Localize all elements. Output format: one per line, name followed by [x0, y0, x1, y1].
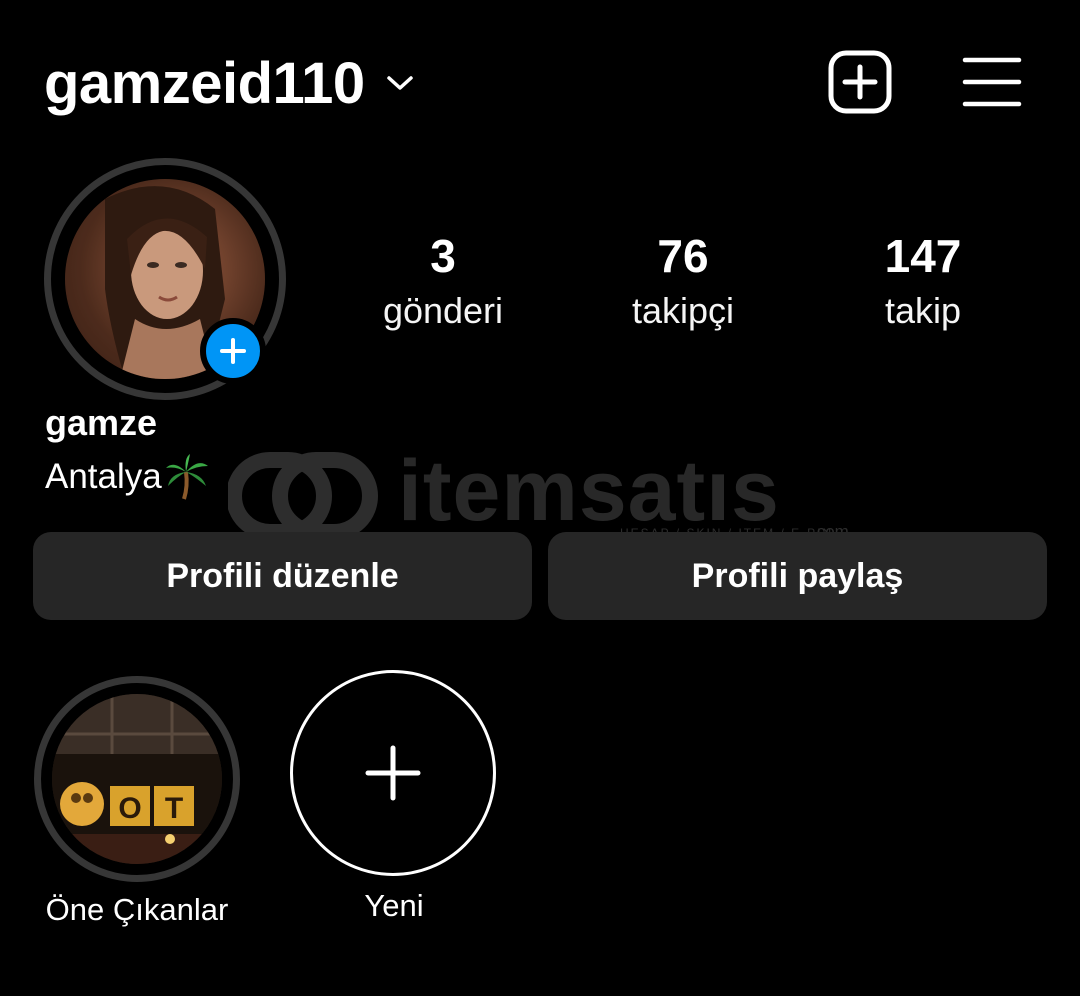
menu-button[interactable] — [962, 54, 1022, 110]
highlight-label: Öne Çıkanlar — [45, 892, 229, 927]
posts-count[interactable]: 3 gönderi — [343, 226, 543, 336]
followers-count-value: 76 — [657, 230, 709, 282]
posts-count-label: gönderi — [382, 290, 504, 331]
bio: Antalya — [45, 454, 210, 500]
hamburger-menu-icon — [962, 57, 1022, 107]
add-story-button[interactable] — [200, 318, 266, 384]
following-count[interactable]: 147 takip — [823, 226, 1023, 336]
account-switcher[interactable]: gamzeid110 — [44, 48, 415, 118]
highlight-cover: O T — [52, 694, 222, 864]
bio-text: Antalya — [45, 457, 162, 496]
following-count-label: takip — [884, 290, 962, 331]
create-post-button[interactable] — [828, 50, 892, 114]
username: gamzeid110 — [44, 50, 365, 116]
watermark: itemsatıs HESAP / SKIN / ITEM / E-PIN .c… — [228, 443, 868, 546]
display-name: gamze — [45, 402, 158, 443]
watermark-brand: itemsatıs — [398, 443, 780, 539]
edit-profile-button[interactable]: Profili düzenle — [33, 532, 532, 620]
svg-text:T: T — [165, 792, 183, 825]
new-highlight-button[interactable] — [290, 670, 496, 876]
watermark-logo-icon — [228, 452, 378, 540]
chevron-down-icon — [385, 68, 415, 98]
new-highlight-label: Yeni — [364, 888, 424, 923]
posts-count-value: 3 — [430, 230, 456, 282]
plus-icon — [220, 338, 246, 364]
svg-text:O: O — [118, 792, 141, 825]
followers-count[interactable]: 76 takipçi — [583, 226, 783, 336]
following-count-value: 147 — [884, 230, 962, 282]
palm-tree-icon — [165, 454, 208, 500]
followers-count-label: takipçi — [631, 290, 735, 331]
plus-icon — [365, 745, 421, 801]
share-profile-button[interactable]: Profili paylaş — [548, 532, 1047, 620]
plus-square-icon — [828, 50, 892, 114]
